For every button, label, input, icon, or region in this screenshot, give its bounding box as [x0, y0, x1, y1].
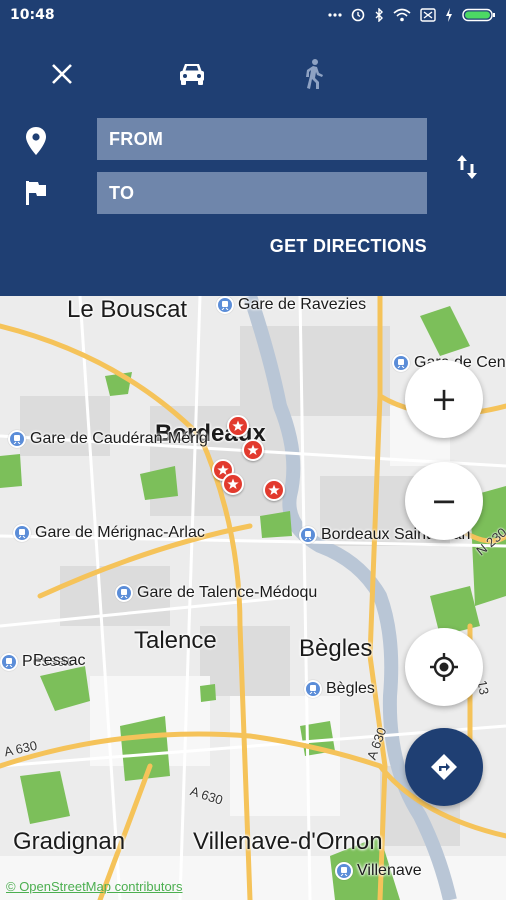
to-field[interactable]: TO — [97, 172, 427, 214]
battery-icon — [462, 8, 496, 22]
more-dots-icon — [328, 12, 342, 18]
train-station-icon — [0, 653, 18, 671]
station-ravezies: Gare de Ravezies — [216, 296, 366, 314]
favorite-marker[interactable] — [222, 473, 244, 495]
directions-button[interactable] — [405, 728, 483, 806]
get-directions-button[interactable]: GET DIRECTIONS — [270, 236, 427, 257]
charging-icon — [445, 8, 453, 22]
map-view[interactable]: Le Bouscat Bordeaux Talence Bègles Gradi… — [0, 296, 506, 900]
place-pessac: Pessac — [33, 652, 86, 669]
train-station-icon — [335, 862, 353, 880]
from-field[interactable]: FROM — [97, 118, 427, 160]
walk-icon — [306, 59, 323, 89]
station-begles: Bègles — [304, 680, 375, 698]
alarm-icon — [351, 8, 365, 22]
bluetooth-icon — [374, 8, 384, 22]
place-gradignan: Gradignan — [13, 828, 126, 855]
train-station-icon — [299, 526, 317, 544]
star-icon — [232, 420, 244, 431]
minus-icon: − — [430, 482, 458, 520]
place-le-bouscat: Le Bouscat — [67, 296, 188, 323]
star-icon — [268, 484, 280, 495]
close-icon — [52, 64, 72, 84]
place-begles: Bègles — [299, 635, 373, 662]
station-villenave: Villenave — [335, 862, 422, 880]
destination-flag-icon — [22, 178, 50, 208]
directions-icon — [431, 754, 457, 780]
walk-mode-button[interactable] — [298, 56, 330, 92]
star-icon — [227, 478, 239, 489]
train-station-icon — [304, 680, 322, 698]
favorite-marker[interactable] — [263, 479, 285, 501]
zoom-in-button[interactable]: + — [405, 360, 483, 438]
directions-header: FROM TO GET DIRECTIONS — [0, 30, 506, 296]
origin-pin-icon — [22, 124, 50, 158]
status-time: 10:48 — [10, 7, 55, 23]
train-station-icon — [8, 430, 26, 448]
station-cauderan: Gare de Caudéran-Mérig — [8, 430, 208, 448]
train-station-icon — [216, 296, 234, 314]
close-button[interactable] — [46, 58, 78, 90]
favorite-marker[interactable] — [227, 415, 249, 437]
car-mode-button[interactable] — [174, 58, 210, 90]
favorite-marker[interactable] — [242, 439, 264, 461]
swap-vertical-icon — [457, 155, 477, 179]
my-location-button[interactable] — [405, 628, 483, 706]
place-talence: Talence — [134, 627, 217, 654]
sim-off-icon — [420, 8, 436, 22]
car-icon — [180, 64, 204, 85]
status-icons — [328, 8, 496, 22]
star-icon — [247, 444, 259, 455]
train-station-icon — [13, 524, 31, 542]
train-station-icon — [115, 584, 133, 602]
my-location-icon — [430, 653, 458, 681]
plus-icon: + — [430, 380, 458, 418]
from-placeholder: FROM — [109, 128, 164, 149]
station-talence-medoquine: Gare de Talence-Médoqu — [115, 584, 317, 602]
place-villenave: Villenave-d'Ornon — [193, 828, 383, 855]
status-bar: 10:48 — [0, 0, 506, 30]
zoom-out-button[interactable]: − — [405, 462, 483, 540]
station-merignac: Gare de Mérignac-Arlac — [13, 524, 205, 542]
swap-button[interactable] — [452, 150, 482, 184]
train-station-icon — [392, 354, 410, 372]
map-attribution[interactable]: © OpenStreetMap contributors — [6, 879, 183, 894]
wifi-icon — [393, 8, 411, 22]
to-placeholder: TO — [109, 182, 135, 203]
